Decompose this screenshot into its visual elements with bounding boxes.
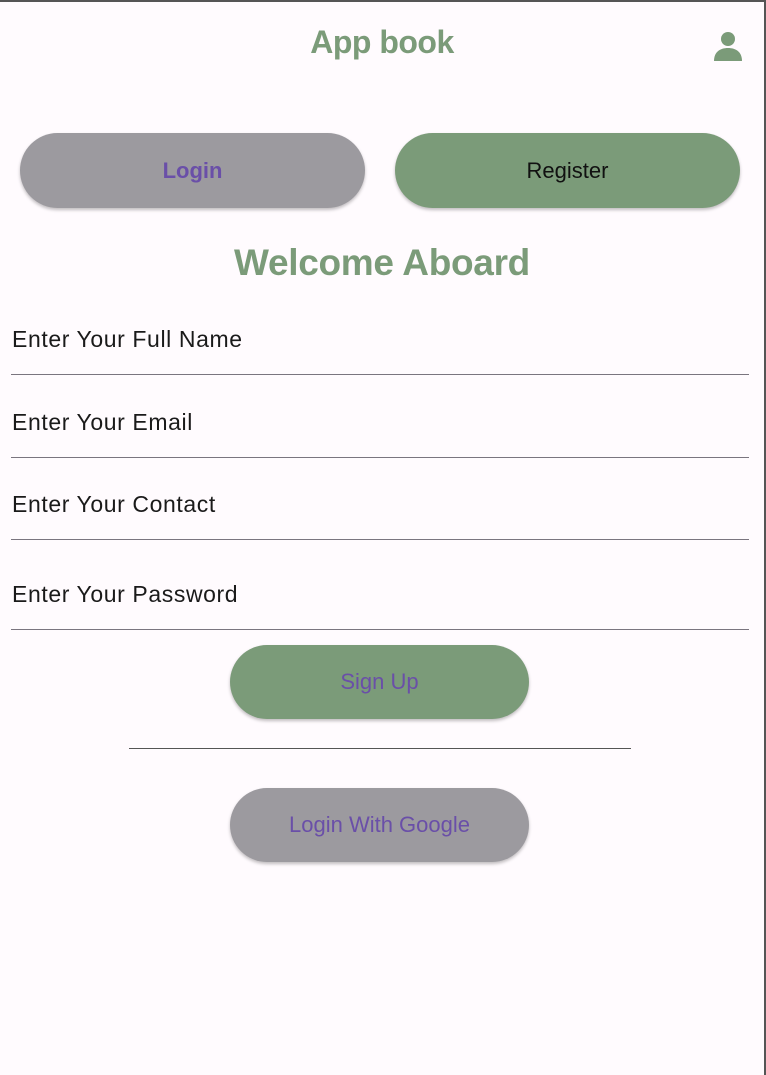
app-title: App book xyxy=(310,24,454,60)
login-with-google-button[interactable]: Login With Google xyxy=(230,788,529,862)
login-button[interactable]: Login xyxy=(20,133,365,208)
full-name-field[interactable]: Enter Your Full Name xyxy=(11,302,749,375)
sign-up-button[interactable]: Sign Up xyxy=(230,645,529,719)
sign-up-button-label: Sign Up xyxy=(340,669,419,694)
contact-label: Enter Your Contact xyxy=(12,491,216,517)
login-button-label: Login xyxy=(162,157,223,183)
full-name-label: Enter Your Full Name xyxy=(12,326,243,352)
password-label: Enter Your Password xyxy=(12,581,239,607)
email-label: Enter Your Email xyxy=(12,409,193,435)
page-title: Welcome Aboard xyxy=(234,242,530,283)
register-button[interactable]: Register xyxy=(395,133,740,208)
register-button-label: Register xyxy=(526,157,609,183)
password-field[interactable]: Enter Your Password xyxy=(11,550,749,630)
contact-field[interactable]: Enter Your Contact xyxy=(11,468,749,540)
email-field[interactable]: Enter Your Email xyxy=(11,385,749,458)
app-bar: App book xyxy=(0,2,764,90)
person-icon[interactable] xyxy=(712,30,744,62)
divider xyxy=(129,748,631,749)
login-with-google-label: Login With Google xyxy=(289,812,470,837)
